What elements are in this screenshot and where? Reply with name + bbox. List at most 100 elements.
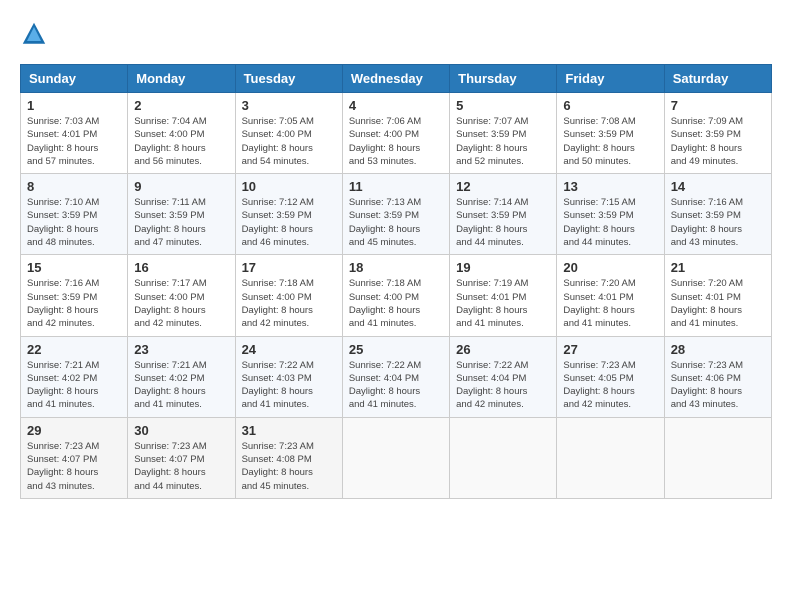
day-info: Sunrise: 7:11 AMSunset: 3:59 PMDaylight:…	[134, 196, 228, 249]
day-number: 31	[242, 423, 336, 438]
day-number: 12	[456, 179, 550, 194]
day-info: Sunrise: 7:19 AMSunset: 4:01 PMDaylight:…	[456, 277, 550, 330]
day-number: 17	[242, 260, 336, 275]
calendar-week-row: 22 Sunrise: 7:21 AMSunset: 4:02 PMDaylig…	[21, 336, 772, 417]
day-number: 11	[349, 179, 443, 194]
day-number: 9	[134, 179, 228, 194]
day-info: Sunrise: 7:22 AMSunset: 4:03 PMDaylight:…	[242, 359, 336, 412]
calendar-cell: 22 Sunrise: 7:21 AMSunset: 4:02 PMDaylig…	[21, 336, 128, 417]
weekday-header: Saturday	[664, 65, 771, 93]
day-number: 28	[671, 342, 765, 357]
logo	[20, 20, 52, 48]
calendar-table: SundayMondayTuesdayWednesdayThursdayFrid…	[20, 64, 772, 499]
day-number: 23	[134, 342, 228, 357]
day-number: 4	[349, 98, 443, 113]
day-info: Sunrise: 7:18 AMSunset: 4:00 PMDaylight:…	[242, 277, 336, 330]
calendar-week-row: 15 Sunrise: 7:16 AMSunset: 3:59 PMDaylig…	[21, 255, 772, 336]
weekday-header: Monday	[128, 65, 235, 93]
day-info: Sunrise: 7:07 AMSunset: 3:59 PMDaylight:…	[456, 115, 550, 168]
calendar-cell: 26 Sunrise: 7:22 AMSunset: 4:04 PMDaylig…	[450, 336, 557, 417]
calendar-week-row: 1 Sunrise: 7:03 AMSunset: 4:01 PMDayligh…	[21, 93, 772, 174]
day-info: Sunrise: 7:10 AMSunset: 3:59 PMDaylight:…	[27, 196, 121, 249]
calendar-cell: 20 Sunrise: 7:20 AMSunset: 4:01 PMDaylig…	[557, 255, 664, 336]
day-info: Sunrise: 7:23 AMSunset: 4:05 PMDaylight:…	[563, 359, 657, 412]
day-info: Sunrise: 7:14 AMSunset: 3:59 PMDaylight:…	[456, 196, 550, 249]
calendar-cell: 30 Sunrise: 7:23 AMSunset: 4:07 PMDaylig…	[128, 417, 235, 498]
calendar-cell: 6 Sunrise: 7:08 AMSunset: 3:59 PMDayligh…	[557, 93, 664, 174]
day-info: Sunrise: 7:23 AMSunset: 4:07 PMDaylight:…	[27, 440, 121, 493]
day-info: Sunrise: 7:21 AMSunset: 4:02 PMDaylight:…	[134, 359, 228, 412]
day-number: 27	[563, 342, 657, 357]
calendar-cell: 24 Sunrise: 7:22 AMSunset: 4:03 PMDaylig…	[235, 336, 342, 417]
day-info: Sunrise: 7:23 AMSunset: 4:06 PMDaylight:…	[671, 359, 765, 412]
calendar-cell	[342, 417, 449, 498]
day-number: 6	[563, 98, 657, 113]
day-info: Sunrise: 7:08 AMSunset: 3:59 PMDaylight:…	[563, 115, 657, 168]
day-info: Sunrise: 7:20 AMSunset: 4:01 PMDaylight:…	[671, 277, 765, 330]
calendar-cell: 25 Sunrise: 7:22 AMSunset: 4:04 PMDaylig…	[342, 336, 449, 417]
calendar-cell: 29 Sunrise: 7:23 AMSunset: 4:07 PMDaylig…	[21, 417, 128, 498]
day-number: 19	[456, 260, 550, 275]
calendar-cell: 21 Sunrise: 7:20 AMSunset: 4:01 PMDaylig…	[664, 255, 771, 336]
calendar-cell: 18 Sunrise: 7:18 AMSunset: 4:00 PMDaylig…	[342, 255, 449, 336]
calendar-cell	[557, 417, 664, 498]
day-number: 16	[134, 260, 228, 275]
calendar-cell: 27 Sunrise: 7:23 AMSunset: 4:05 PMDaylig…	[557, 336, 664, 417]
calendar-cell: 4 Sunrise: 7:06 AMSunset: 4:00 PMDayligh…	[342, 93, 449, 174]
calendar-cell: 11 Sunrise: 7:13 AMSunset: 3:59 PMDaylig…	[342, 174, 449, 255]
day-number: 1	[27, 98, 121, 113]
calendar-cell: 5 Sunrise: 7:07 AMSunset: 3:59 PMDayligh…	[450, 93, 557, 174]
day-info: Sunrise: 7:04 AMSunset: 4:00 PMDaylight:…	[134, 115, 228, 168]
calendar-cell: 1 Sunrise: 7:03 AMSunset: 4:01 PMDayligh…	[21, 93, 128, 174]
day-info: Sunrise: 7:12 AMSunset: 3:59 PMDaylight:…	[242, 196, 336, 249]
day-number: 3	[242, 98, 336, 113]
page-header	[20, 20, 772, 48]
day-info: Sunrise: 7:16 AMSunset: 3:59 PMDaylight:…	[671, 196, 765, 249]
day-number: 25	[349, 342, 443, 357]
weekday-header: Friday	[557, 65, 664, 93]
day-number: 20	[563, 260, 657, 275]
day-info: Sunrise: 7:23 AMSunset: 4:07 PMDaylight:…	[134, 440, 228, 493]
day-number: 30	[134, 423, 228, 438]
day-number: 15	[27, 260, 121, 275]
day-info: Sunrise: 7:15 AMSunset: 3:59 PMDaylight:…	[563, 196, 657, 249]
calendar-cell: 28 Sunrise: 7:23 AMSunset: 4:06 PMDaylig…	[664, 336, 771, 417]
day-info: Sunrise: 7:22 AMSunset: 4:04 PMDaylight:…	[349, 359, 443, 412]
day-info: Sunrise: 7:20 AMSunset: 4:01 PMDaylight:…	[563, 277, 657, 330]
logo-icon	[20, 20, 48, 48]
calendar-cell: 3 Sunrise: 7:05 AMSunset: 4:00 PMDayligh…	[235, 93, 342, 174]
calendar-week-row: 29 Sunrise: 7:23 AMSunset: 4:07 PMDaylig…	[21, 417, 772, 498]
day-number: 18	[349, 260, 443, 275]
day-number: 24	[242, 342, 336, 357]
calendar-week-row: 8 Sunrise: 7:10 AMSunset: 3:59 PMDayligh…	[21, 174, 772, 255]
day-number: 14	[671, 179, 765, 194]
day-number: 22	[27, 342, 121, 357]
calendar-cell: 9 Sunrise: 7:11 AMSunset: 3:59 PMDayligh…	[128, 174, 235, 255]
day-number: 29	[27, 423, 121, 438]
day-number: 5	[456, 98, 550, 113]
day-info: Sunrise: 7:03 AMSunset: 4:01 PMDaylight:…	[27, 115, 121, 168]
day-info: Sunrise: 7:09 AMSunset: 3:59 PMDaylight:…	[671, 115, 765, 168]
day-number: 10	[242, 179, 336, 194]
calendar-cell: 10 Sunrise: 7:12 AMSunset: 3:59 PMDaylig…	[235, 174, 342, 255]
weekday-header: Thursday	[450, 65, 557, 93]
calendar-cell: 2 Sunrise: 7:04 AMSunset: 4:00 PMDayligh…	[128, 93, 235, 174]
day-number: 26	[456, 342, 550, 357]
calendar-cell: 8 Sunrise: 7:10 AMSunset: 3:59 PMDayligh…	[21, 174, 128, 255]
day-number: 2	[134, 98, 228, 113]
weekday-header: Tuesday	[235, 65, 342, 93]
calendar-cell: 7 Sunrise: 7:09 AMSunset: 3:59 PMDayligh…	[664, 93, 771, 174]
calendar-cell: 14 Sunrise: 7:16 AMSunset: 3:59 PMDaylig…	[664, 174, 771, 255]
day-info: Sunrise: 7:16 AMSunset: 3:59 PMDaylight:…	[27, 277, 121, 330]
calendar-cell: 31 Sunrise: 7:23 AMSunset: 4:08 PMDaylig…	[235, 417, 342, 498]
calendar-cell	[450, 417, 557, 498]
calendar-cell: 19 Sunrise: 7:19 AMSunset: 4:01 PMDaylig…	[450, 255, 557, 336]
calendar-cell: 13 Sunrise: 7:15 AMSunset: 3:59 PMDaylig…	[557, 174, 664, 255]
calendar-cell: 15 Sunrise: 7:16 AMSunset: 3:59 PMDaylig…	[21, 255, 128, 336]
calendar-cell: 17 Sunrise: 7:18 AMSunset: 4:00 PMDaylig…	[235, 255, 342, 336]
day-info: Sunrise: 7:18 AMSunset: 4:00 PMDaylight:…	[349, 277, 443, 330]
day-info: Sunrise: 7:17 AMSunset: 4:00 PMDaylight:…	[134, 277, 228, 330]
calendar-header-row: SundayMondayTuesdayWednesdayThursdayFrid…	[21, 65, 772, 93]
day-info: Sunrise: 7:13 AMSunset: 3:59 PMDaylight:…	[349, 196, 443, 249]
day-number: 13	[563, 179, 657, 194]
